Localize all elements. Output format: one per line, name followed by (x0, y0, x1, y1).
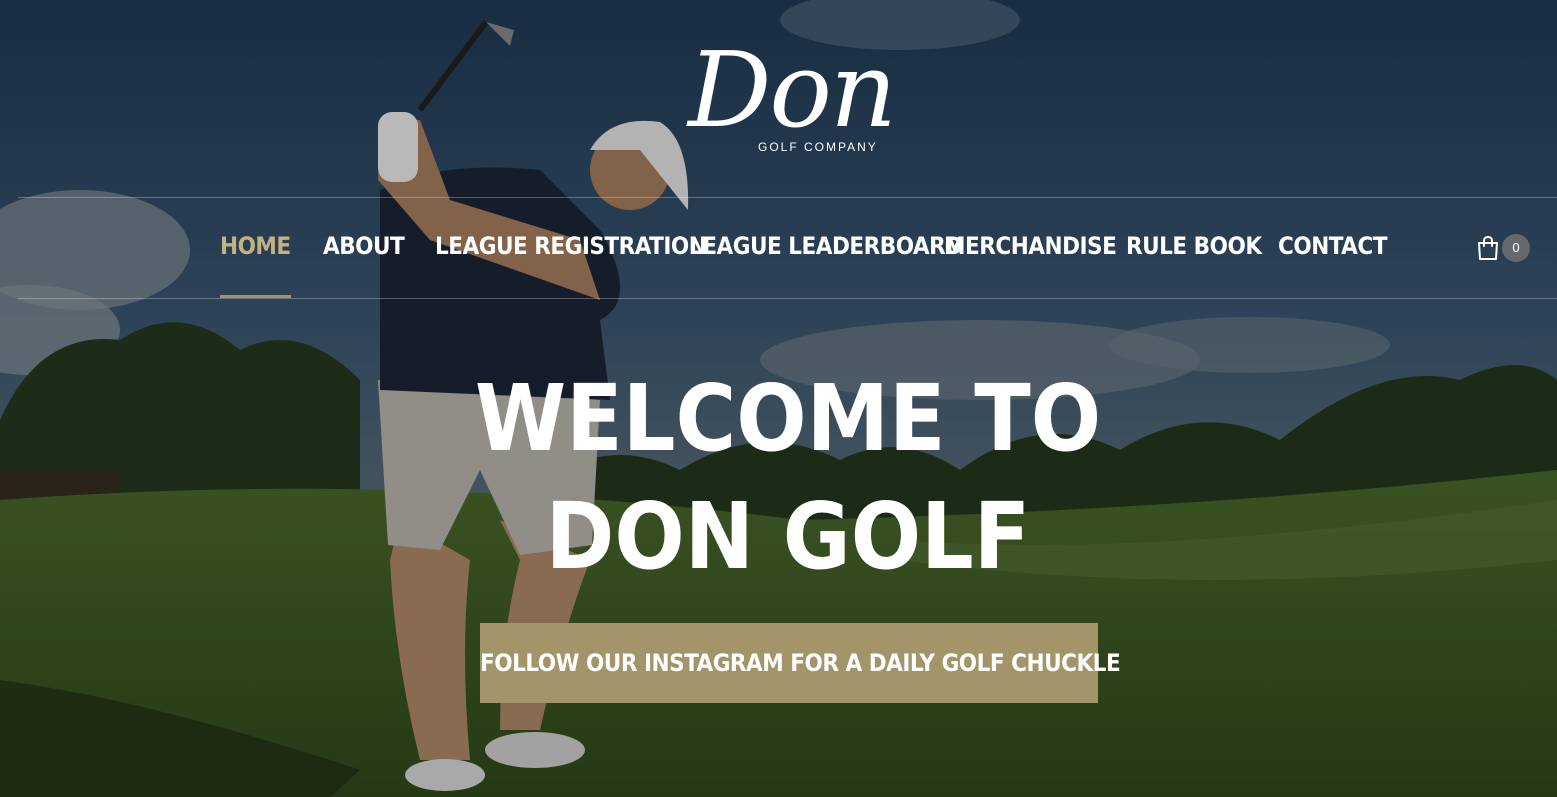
nav-item-contact[interactable]: CONTACT (1278, 198, 1387, 298)
logo-subtitle: GOLF COMPANY (758, 140, 878, 154)
main-navigation: HOME ABOUT LEAGUE REGISTRATION LEAGUE LE… (0, 198, 1557, 298)
logo-script-text: Don (688, 29, 897, 151)
nav-item-rule-book[interactable]: RULE BOOK (1126, 198, 1262, 298)
shopping-bag-icon (1476, 235, 1500, 261)
brand-logo[interactable]: Don GOLF COMPANY (670, 30, 920, 160)
nav-item-league-registration[interactable]: LEAGUE REGISTRATION (435, 198, 707, 298)
nav-item-home[interactable]: HOME (220, 198, 291, 298)
nav-item-merchandise[interactable]: MERCHANDISE (944, 198, 1117, 298)
nav-item-about[interactable]: ABOUT (323, 198, 405, 298)
cart-count-badge: 0 (1502, 234, 1530, 262)
cart-button[interactable]: 0 (1476, 234, 1532, 262)
nav-bottom-divider (18, 298, 1557, 299)
hero-headline-line-2: DON GOLF (545, 483, 1031, 590)
hero-headline: WELCOME TO DON GOLF (378, 360, 1198, 596)
hero-headline-line-1: WELCOME TO (474, 365, 1102, 472)
instagram-cta-button[interactable]: FOLLOW OUR INSTAGRAM FOR A DAILY GOLF CH… (480, 623, 1121, 703)
nav-item-league-leaderboard[interactable]: LEAGUE LEADERBOARD (689, 198, 963, 298)
